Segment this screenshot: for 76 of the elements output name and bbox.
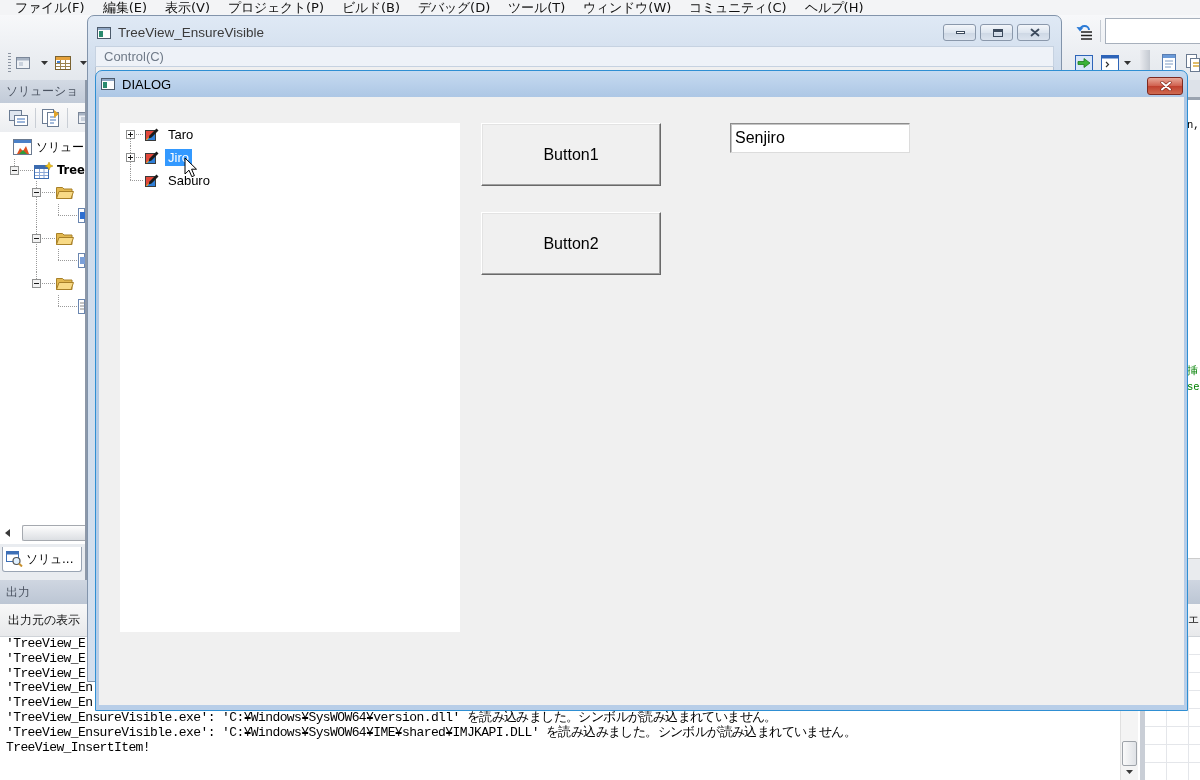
minimize-icon: [956, 31, 965, 34]
menu-item[interactable]: ヘルプ(H): [804, 0, 864, 15]
search-window-icon: [6, 551, 23, 567]
output-line: 'TreeView_En: [6, 681, 93, 697]
menu-item[interactable]: 編集(E): [102, 0, 147, 15]
folder-icon: [56, 276, 74, 290]
menu-item[interactable]: デバッグ(D): [418, 0, 491, 15]
output-line: 'TreeView_En: [6, 696, 93, 711]
output-line: 'TreeView_EnsureVisible.exe': 'C:¥Windows¥SysWOW64¥IME¥shared¥IMJKAPI.DLL' を読み込みました。シンボルが読み込まれていません。: [6, 725, 857, 741]
scroll-down-icon[interactable]: [1126, 770, 1133, 774]
menu-item[interactable]: 表示(V): [165, 0, 211, 15]
menu-item[interactable]: ビルド(B): [342, 0, 401, 15]
console-window-icon[interactable]: [1101, 55, 1119, 71]
panel-title: 出力: [6, 584, 30, 600]
collapse-icon[interactable]: [10, 165, 19, 175]
collapse-icon[interactable]: [32, 278, 41, 288]
app-window-icon: [97, 26, 111, 39]
caret-icon[interactable]: [80, 61, 87, 65]
collapse-icon[interactable]: [32, 233, 41, 243]
panel-tab[interactable]: ソリュ...: [2, 547, 82, 572]
push-button[interactable]: Button1: [481, 123, 661, 186]
menu-item[interactable]: ファイル(F): [15, 0, 85, 15]
menu-item[interactable]: Control(C): [104, 49, 164, 64]
maximize-button[interactable]: [980, 24, 1013, 41]
project-icon: [34, 161, 53, 179]
window-title: TreeView_EnsureVisible: [118, 25, 265, 40]
tree-item[interactable]: Tree: [57, 162, 85, 178]
output-line: 'TreeView_E: [6, 651, 86, 667]
menu-item[interactable]: ツール(T): [508, 0, 566, 15]
document-copy-icon[interactable]: [42, 108, 60, 127]
caret-icon[interactable]: [41, 61, 48, 65]
close-button[interactable]: [1147, 77, 1183, 95]
output-line: TreeView_InsertItem!: [6, 740, 151, 756]
tree-item[interactable]: Taro: [165, 126, 197, 143]
caret-icon[interactable]: [1124, 61, 1131, 65]
toolbar-label: エ: [1188, 613, 1199, 627]
solution-icon: [13, 138, 32, 156]
close-icon: [1029, 28, 1040, 37]
minimize-button[interactable]: [943, 24, 976, 41]
push-button[interactable]: Button2: [481, 212, 661, 275]
code-text: se: [1187, 380, 1200, 395]
documents-icon[interactable]: [1186, 54, 1200, 72]
expand-icon[interactable]: [126, 130, 135, 139]
code-text: 挿: [1187, 364, 1198, 379]
folder-icon: [56, 186, 74, 200]
scroll-left-icon[interactable]: [5, 529, 10, 537]
app-window-icon: [101, 78, 115, 90]
expand-icon[interactable]: [126, 153, 135, 162]
pencil-square-icon: [145, 173, 159, 188]
output-line: 'TreeView_E: [6, 637, 86, 652]
output-line: 'TreeView_E: [6, 666, 86, 682]
text-field[interactable]: Senjiro: [730, 123, 910, 153]
properties-icon[interactable]: [9, 109, 28, 126]
close-button[interactable]: [1017, 24, 1050, 41]
pencil-square-icon: [145, 127, 159, 142]
table-icon[interactable]: [55, 56, 71, 70]
window-icon[interactable]: [15, 55, 31, 71]
code-text: n,: [1187, 118, 1200, 133]
maximize-icon: [992, 28, 1003, 37]
arrow-window-icon[interactable]: [1075, 55, 1093, 71]
menu-item[interactable]: ウィンドウ(W): [583, 0, 672, 15]
window-title: DIALOG: [122, 76, 172, 92]
combo-field[interactable]: [1105, 17, 1200, 44]
menu-item[interactable]: コミュニティ(C): [689, 0, 787, 15]
pencil-square-icon: [145, 150, 159, 165]
toolbar-label: 出力元の表示: [8, 612, 80, 628]
output-line: 'TreeView_EnsureVisible.exe': 'C:¥Windows¥SysWOW64¥version.dll' を読み込みました。シンボルが読み込まれていません。: [6, 711, 777, 725]
scrollbar-thumb[interactable]: [1122, 741, 1137, 766]
folder-icon: [56, 231, 74, 245]
scrollbar-thumb[interactable]: [22, 525, 85, 541]
tree-item[interactable]: Saburo: [165, 172, 213, 189]
panel-title: ソリューショ: [6, 84, 78, 99]
menu-item[interactable]: プロジェクト(P): [228, 0, 324, 15]
close-icon: [1160, 81, 1172, 91]
collapse-icon[interactable]: [32, 188, 41, 198]
tree-item[interactable]: ソリュー: [36, 139, 84, 155]
